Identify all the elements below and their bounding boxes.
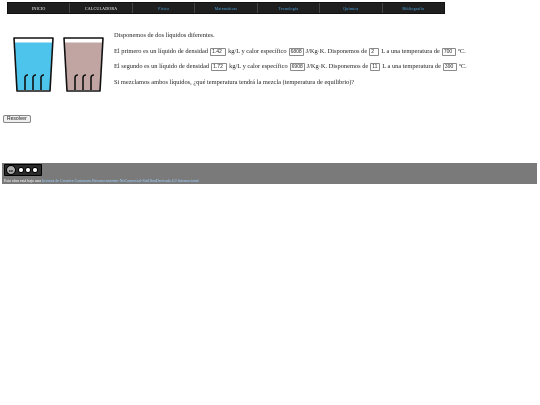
- nav-item-tecnologia[interactable]: Tecnología: [258, 3, 321, 13]
- nav-item-fisica[interactable]: Física: [133, 3, 196, 13]
- beaker-blue: [13, 37, 54, 92]
- nd-icon: [32, 167, 38, 173]
- intro-text: Disponemos de dos líquidos diferentes.: [114, 32, 215, 39]
- liquid-2-volume-input[interactable]: 11: [370, 63, 381, 71]
- liquid-1-heat-input[interactable]: 6808: [288, 47, 304, 56]
- liquid-1-temp-input[interactable]: 700: [441, 47, 456, 56]
- question-text: Si mezclamos ambos líquidos, ¿qué temper…: [114, 78, 355, 86]
- nav-item-matematicas[interactable]: Matemáticas: [195, 3, 258, 13]
- footer: cc Esta obra está bajo una licencia de C…: [2, 163, 537, 184]
- liquid-2-heat-input[interactable]: 6908: [289, 63, 305, 71]
- liquid-1-volume-input[interactable]: 2: [369, 47, 380, 56]
- liquid-1-density-input[interactable]: 1.42: [210, 47, 227, 56]
- by-icon: [18, 167, 24, 173]
- license-text: Esta obra está bajo una licencia de Crea…: [4, 178, 199, 183]
- beakers-illustration: [13, 37, 104, 92]
- l2-text-c: J/Kg·K. Disponemos de: [306, 63, 369, 70]
- nav-item-calculadora[interactable]: CALCULADORA: [70, 3, 133, 13]
- l2-text-e: ºC.: [458, 63, 467, 70]
- l1-text-a: El primero es un líquido de densidad: [114, 47, 209, 55]
- l1-text-c: J/Kg·K. Disponemos de: [305, 47, 368, 55]
- cc-license-badge[interactable]: cc: [4, 164, 42, 176]
- liquid-2-line: El segundo es un líquido de densidad 1.7…: [114, 62, 534, 72]
- nav-item-inicio[interactable]: INICIO: [8, 3, 71, 13]
- license-link[interactable]: licencia de Creative Commons Reconocimie…: [42, 178, 199, 183]
- license-prefix: Esta obra está bajo una: [4, 178, 41, 183]
- l1-text-e: ºC.: [457, 47, 466, 55]
- l2-text-b: kg/L y calor específico: [229, 63, 288, 70]
- nav-item-quimica[interactable]: Química: [320, 3, 383, 13]
- nc-icon: [25, 167, 31, 173]
- cc-icon: cc: [6, 165, 16, 175]
- l1-text-d: L a una temperatura de: [381, 47, 440, 55]
- nav-item-bibliografia[interactable]: Bibliografía: [383, 3, 444, 13]
- l2-text-d: L a una temperatura de: [382, 63, 441, 70]
- liquid-1-line: El primero es un líquido de densidad 1.4…: [114, 47, 534, 57]
- top-nav: INICIO CALCULADORA Física Matemáticas Te…: [7, 2, 445, 14]
- liquid-2-density-input[interactable]: 1.72: [211, 63, 228, 71]
- l1-text-b: kg/L y calor específico: [228, 47, 287, 55]
- l2-text-a: El segundo es un líquido de densidad: [114, 63, 210, 70]
- resolver-button[interactable]: Resolver: [3, 115, 31, 123]
- liquid-2-temp-input[interactable]: 390: [442, 63, 457, 71]
- beaker-pink: [63, 37, 104, 92]
- problem-statement: Disponemos de dos líquidos diferentes. E…: [114, 31, 534, 93]
